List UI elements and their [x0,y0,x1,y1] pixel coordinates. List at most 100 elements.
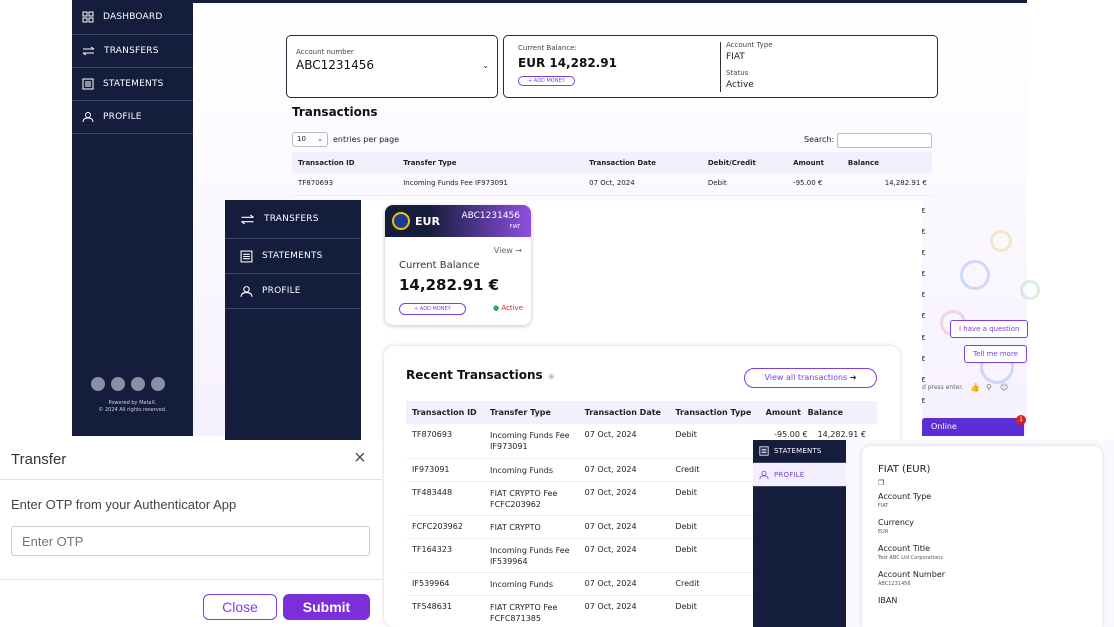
sidebar-item-label: PROFILE [262,286,301,296]
balance-card: Current Balance: EUR 14,282.91 + ADD MON… [503,35,938,98]
sidebar-item-profile[interactable]: PROFILE [225,274,361,309]
sidebar-item-label: DASHBOARD [103,12,163,22]
mid-sidebar: TRANSFERS STATEMENTS PROFILE [225,200,361,440]
entries-select[interactable]: 10 ⌄ [292,132,328,147]
col-amount[interactable]: Amount [793,152,848,173]
sidebar-item-dashboard[interactable]: DASHBOARD [72,0,193,35]
status-dot-icon: ● [493,304,500,312]
social-links [91,377,165,391]
account-value: ABC1231456 [296,58,375,72]
sidebar-item-label: TRANSFERS [104,46,159,56]
cell-type-line1: Incoming Funds Fee [490,431,570,440]
table-header-row: Transaction ID Transfer Type Transaction… [292,152,932,173]
sidebar-item-statements[interactable]: STATEMENTS [72,68,193,101]
modal-footer-divider [0,579,382,580]
search-input[interactable] [837,133,932,148]
sidebar-item-statements[interactable]: STATEMENTS [225,239,361,274]
cell-id: TF870693 [406,424,491,459]
cell-id: TF548631 [406,595,491,627]
facebook-icon[interactable] [91,377,105,391]
sidebar-item-statements[interactable]: STATEMENTS [753,440,846,463]
card-account-number: ABC1231456 [461,211,520,221]
linkedin-icon[interactable] [131,377,145,391]
view-all-transactions-button[interactable]: View all transactions ➔ [744,368,877,388]
balance-divider [720,42,721,92]
col-balance[interactable]: Balance [807,401,877,424]
attach-icon[interactable]: ⚲ [986,383,992,392]
cell-type-line2: FCFC203962 [490,499,541,509]
col-transaction-type[interactable]: Transaction Type [675,401,766,424]
submit-button[interactable]: Submit [283,594,370,620]
cell-dc: Debit [707,173,794,196]
chat-online-bar[interactable]: Online [922,418,1024,436]
col-transfer-type[interactable]: Transfer Type [403,152,590,173]
account-select[interactable]: Account number ABC1231456 ⌄ [286,35,498,98]
cell-id: TF164323 [406,538,491,573]
add-money-button[interactable]: + ADD MONEY [518,76,575,86]
card-add-money-button[interactable]: + ADD MONEY [399,303,466,315]
info-icon: ⊕ [548,372,555,381]
cell-balance: 14,282.91 € [847,173,932,196]
sidebar-item-label: STATEMENTS [262,251,323,261]
view-all-label: View all transactions [764,373,848,382]
col-balance[interactable]: Balance [847,152,932,173]
sidebar-item-profile[interactable]: PROFILE [753,463,846,487]
detail-value: FIAT [878,503,889,509]
close-icon[interactable]: × [354,447,366,470]
status-label: Status [726,69,749,77]
chat-suggestion-more[interactable]: Tell me more [964,345,1027,363]
arrow-right-icon: ➔ [849,373,857,382]
chat-input-placeholder[interactable]: d press enter. [922,384,963,391]
card-balance-label: Current Balance [399,260,480,271]
instagram-icon[interactable] [151,377,165,391]
chat-suggestion-question[interactable]: I have a question [950,320,1029,338]
emoji-icon[interactable]: ☺ [1000,383,1008,392]
col-transaction-id[interactable]: Transaction ID [406,401,491,424]
sidebar-footer: Powered by MetaX. © 2024 All rights rese… [72,400,193,414]
cell-date: 07 Oct, 2024 [584,572,676,596]
cell-type-line1: Incoming Funds [490,579,554,589]
eur-account-card[interactable]: EUR ABC1231456 FIAT View → Current Balan… [385,205,531,325]
sidebar-item-transfers[interactable]: TRANSFERS [225,200,361,239]
eu-flag-icon [392,212,410,230]
recent-title: Recent Transactions [406,368,543,382]
cell-id: FCFC203962 [406,515,491,539]
entries-control: 10 ⌄ entries per page [292,132,399,147]
detail-label: Account Number [878,570,945,579]
card-view-link[interactable]: View → [494,246,522,255]
col-transaction-date[interactable]: Transaction Date [589,152,708,173]
otp-input[interactable] [11,526,370,556]
col-transaction-date[interactable]: Transaction Date [584,401,676,424]
cell-type: FIAT CRYPTO [490,515,585,539]
cell-date: 07 Oct, 2024 [584,458,676,482]
sidebar-item-profile[interactable]: PROFILE [72,101,193,134]
col-amount[interactable]: Amount [765,401,808,424]
sidebar-item-transfers[interactable]: TRANSFERS [72,35,193,68]
cell-type: Incoming Funds Fee IF539964 [490,538,585,573]
cell-id: IF539964 [406,572,491,596]
entries-select-value: 10 [297,135,306,143]
chat-badge: 1 [1016,415,1026,425]
table-row: TF870693 Incoming Funds Fee IF973091 07 … [292,173,932,196]
x-icon[interactable] [111,377,125,391]
cell-type-line1: FIAT CRYPTO Fee [490,488,558,498]
col-transfer-type[interactable]: Transfer Type [490,401,585,424]
modal-divider [0,479,382,480]
cell-type-line2: IF539964 [490,556,528,566]
col-debit-credit[interactable]: Debit/Credit [707,152,794,173]
cell-date: 07 Oct, 2024 [584,424,676,459]
detail-label: Currency [878,518,915,527]
cell-type-line1: Incoming Funds Fee [490,545,570,555]
sidebar: DASHBOARD TRANSFERS STATEMENTS PROFILE P… [72,0,193,436]
col-transaction-id[interactable]: Transaction ID [292,152,404,173]
detail-value: EUR [878,529,889,535]
close-button[interactable]: Close [203,594,277,620]
otp-label: Enter OTP from your Authenticator App [11,497,237,512]
thumbs-up-icon[interactable]: 👍 [970,383,980,392]
copy-icon[interactable]: ❐ [878,479,1086,487]
cell-date: 07 Oct, 2024 [584,515,676,539]
cell-id: TF483448 [406,481,491,516]
powered-by: Powered by MetaX. [108,400,157,406]
cell-type-line1: FIAT CRYPTO [490,522,541,532]
copyright: © 2024 All rights reserved. [98,407,167,413]
